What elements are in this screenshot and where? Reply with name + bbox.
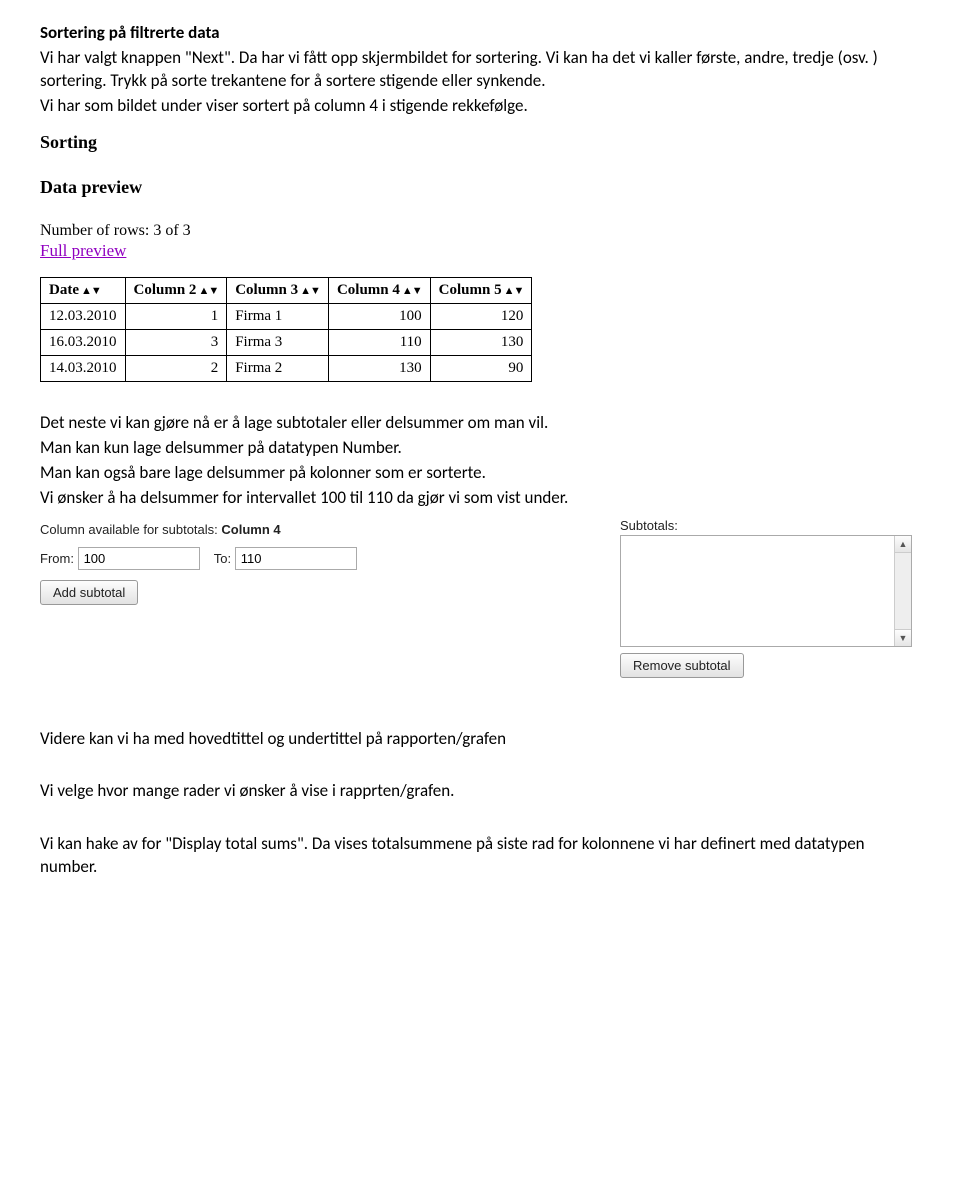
col-header-3[interactable]: Column 3▲▼ xyxy=(227,277,329,303)
from-label: From: xyxy=(40,551,74,566)
outro-paragraph-3: Vi kan hake av for "Display total sums".… xyxy=(40,833,920,879)
col-header-5[interactable]: Column 5▲▼ xyxy=(430,277,532,303)
data-preview-heading: Data preview xyxy=(40,177,920,198)
sorting-heading: Sorting xyxy=(40,132,920,153)
scroll-down-icon[interactable]: ▼ xyxy=(895,629,911,646)
outro-paragraph-1: Videre kan vi ha med hovedtittel og unde… xyxy=(40,728,920,751)
mid-paragraph-2: Man kan kun lage delsummer på datatypen … xyxy=(40,437,920,460)
col-header-date[interactable]: Date▲▼ xyxy=(41,277,126,303)
data-preview-table: Date▲▼ Column 2▲▼ Column 3▲▼ Column 4▲▼ … xyxy=(40,277,532,382)
column-available-value: Column 4 xyxy=(221,522,280,537)
table-row: 12.03.2010 1 Firma 1 100 120 xyxy=(41,303,532,329)
scroll-up-icon[interactable]: ▲ xyxy=(895,536,911,553)
subtotals-listbox[interactable]: ▲ ▼ xyxy=(620,535,912,647)
remove-subtotal-button[interactable]: Remove subtotal xyxy=(620,653,744,678)
col-header-2[interactable]: Column 2▲▼ xyxy=(125,277,227,303)
subtotals-label: Subtotals: xyxy=(620,518,920,533)
mid-paragraph-1: Det neste vi kan gjøre nå er å lage subt… xyxy=(40,412,920,435)
add-subtotal-button[interactable]: Add subtotal xyxy=(40,580,138,605)
to-input[interactable] xyxy=(235,547,357,570)
table-row: 14.03.2010 2 Firma 2 130 90 xyxy=(41,355,532,381)
page-heading: Sortering på filtrerte data xyxy=(40,22,920,45)
intro-paragraph-2: Vi har som bildet under viser sortert på… xyxy=(40,95,920,118)
to-label: To: xyxy=(214,551,231,566)
mid-paragraph-4: Vi ønsker å ha delsummer for intervallet… xyxy=(40,487,920,510)
mid-paragraph-3: Man kan også bare lage delsummer på kolo… xyxy=(40,462,920,485)
sort-icon[interactable]: ▲▼ xyxy=(504,285,524,297)
outro-paragraph-2: Vi velge hvor mange rader vi ønsker å vi… xyxy=(40,780,920,803)
table-row: 16.03.2010 3 Firma 3 110 130 xyxy=(41,329,532,355)
rows-count-label: Number of rows: 3 of 3 xyxy=(40,222,920,240)
sort-icon[interactable]: ▲▼ xyxy=(402,285,422,297)
sort-icon[interactable]: ▲▼ xyxy=(81,285,101,297)
col-header-4[interactable]: Column 4▲▼ xyxy=(328,277,430,303)
sort-icon[interactable]: ▲▼ xyxy=(300,285,320,297)
sort-icon[interactable]: ▲▼ xyxy=(198,285,218,297)
from-input[interactable] xyxy=(78,547,200,570)
scrollbar[interactable]: ▲ ▼ xyxy=(894,536,911,646)
intro-paragraph-1: Vi har valgt knappen "Next". Da har vi f… xyxy=(40,47,920,93)
full-preview-link[interactable]: Full preview xyxy=(40,241,126,260)
column-available-label: Column available for subtotals: xyxy=(40,522,218,537)
